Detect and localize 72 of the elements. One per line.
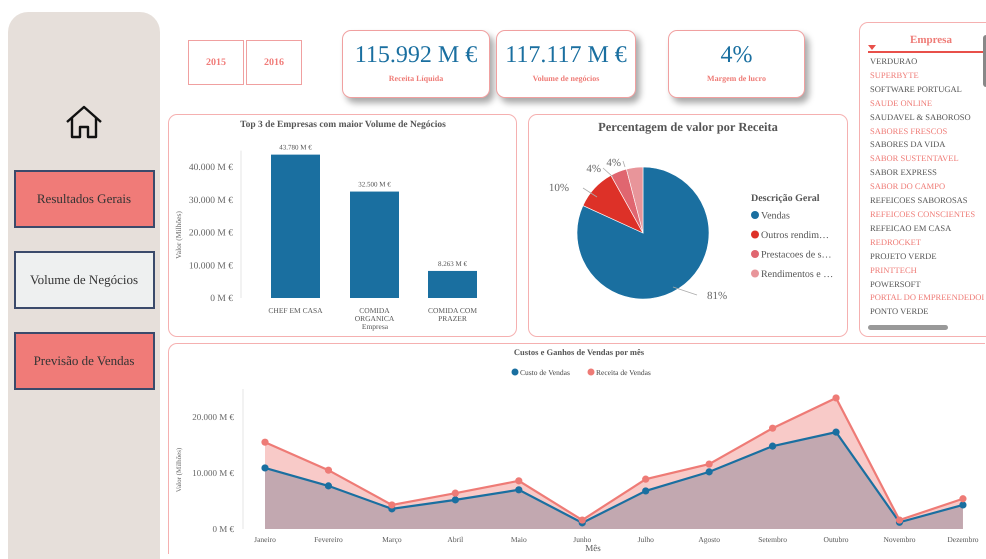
- kpi-label: Margem de lucro: [707, 73, 766, 85]
- data-label: 4%: [606, 157, 621, 169]
- legend-title: Descrição Geral: [751, 193, 820, 204]
- slicer-item[interactable]: POWERSOFT: [868, 278, 986, 292]
- data-point: [515, 477, 522, 484]
- data-point: [832, 394, 840, 402]
- scrollbar[interactable]: [868, 325, 948, 330]
- leader-line: [602, 168, 614, 178]
- data-point: [642, 476, 650, 483]
- slicer-item[interactable]: PROJETO VERDE: [868, 250, 986, 264]
- leader-line: [672, 286, 698, 296]
- slicer-item[interactable]: SABOR DO CAMPO: [868, 180, 986, 194]
- year-filter-button[interactable]: 2016: [246, 40, 302, 85]
- chart-title: Top 3 de Empresas com maior Volume de Negócios: [240, 120, 446, 130]
- axis-label: 0 M €: [212, 524, 234, 534]
- data-point: [769, 442, 776, 450]
- slicer-item[interactable]: SAUDE ONLINE: [868, 96, 986, 111]
- legend-label: Outros rendim…: [761, 230, 830, 241]
- axis-label: 20.000 M €: [188, 228, 233, 238]
- slicer-item[interactable]: SABORES DA VIDA: [868, 138, 986, 152]
- slicer-item[interactable]: SOFTWARE PORTUGAL: [868, 82, 986, 97]
- axis-label: 30.000 M €: [188, 196, 233, 206]
- slicer-item[interactable]: REFEICAO EM CASA: [868, 222, 986, 236]
- axis-label: 10.000 M €: [192, 468, 234, 478]
- axis-label: 40.000 M €: [188, 163, 233, 173]
- data-label: 4%: [586, 163, 601, 175]
- legend-label: Rendimentos e …: [761, 269, 834, 280]
- slicer-title: Empresa: [910, 32, 952, 48]
- data-point: [515, 486, 522, 494]
- slicer-item[interactable]: SABORES FRESCOS: [868, 124, 986, 138]
- caret-icon[interactable]: [868, 44, 876, 50]
- data-point: [832, 428, 840, 436]
- slicer-item[interactable]: REFEICOES CONSCIENTES: [868, 208, 986, 222]
- data-point: [769, 424, 776, 432]
- slicer-item[interactable]: PORTAL DO EMPREENDEDOI: [868, 291, 986, 306]
- data-label: 10%: [548, 182, 569, 194]
- nav-button[interactable]: Previsão de Vendas: [14, 332, 154, 390]
- leader-line: [622, 160, 626, 168]
- slicer-item[interactable]: SABOR SUSTENTAVEL: [868, 152, 986, 166]
- bar: [428, 270, 477, 298]
- kpi-label: Volume de negócios: [532, 73, 600, 85]
- kpi-value: 117.117 M €: [505, 43, 627, 67]
- kpi-value: 4%: [720, 43, 752, 67]
- year-filter-button[interactable]: 2015: [188, 40, 244, 85]
- leader-line: [582, 188, 598, 198]
- slicer-item[interactable]: VERDURAO: [868, 55, 986, 69]
- kpi-value: 115.992 M €: [354, 43, 478, 67]
- axis-title: Mês: [585, 543, 601, 553]
- slicer-item[interactable]: SAUDAVEL & SABOROSO: [868, 110, 986, 125]
- slicer-item[interactable]: REFEICOES SABOROSAS: [868, 194, 986, 208]
- axis-label: 10.000 M €: [188, 261, 233, 272]
- chart-title: Percentagem de valor por Receita: [598, 120, 778, 134]
- chart-title: Custos e Ganhos de Vendas por mês: [514, 347, 644, 357]
- data-point: [261, 464, 269, 472]
- data-point: [324, 482, 332, 490]
- nav-button[interactable]: Volume de Negócios: [14, 251, 154, 309]
- axis-label: 0 M €: [210, 294, 233, 304]
- data-point: [324, 466, 332, 474]
- data-point: [642, 487, 650, 495]
- data-point: [261, 438, 269, 446]
- slicer-item[interactable]: REDROCKET: [868, 236, 986, 250]
- kpi-label: Receita Líquida: [388, 73, 444, 85]
- nav-button[interactable]: Resultados Gerais: [14, 170, 154, 228]
- data-label: 81%: [707, 290, 728, 302]
- axis-label: 20.000 M €: [192, 412, 234, 422]
- slicer-item[interactable]: SABOR EXPRESS: [868, 166, 986, 180]
- slicer-item[interactable]: PRINTTECH: [868, 264, 986, 278]
- slicer-item[interactable]: SUPERBYTE: [868, 68, 986, 83]
- legend-label: Prestacoes de s…: [761, 250, 832, 260]
- home-icon[interactable]: [64, 104, 104, 140]
- slicer-item[interactable]: PONTO VERDE: [868, 305, 986, 320]
- legend-label: Vendas: [761, 210, 790, 222]
